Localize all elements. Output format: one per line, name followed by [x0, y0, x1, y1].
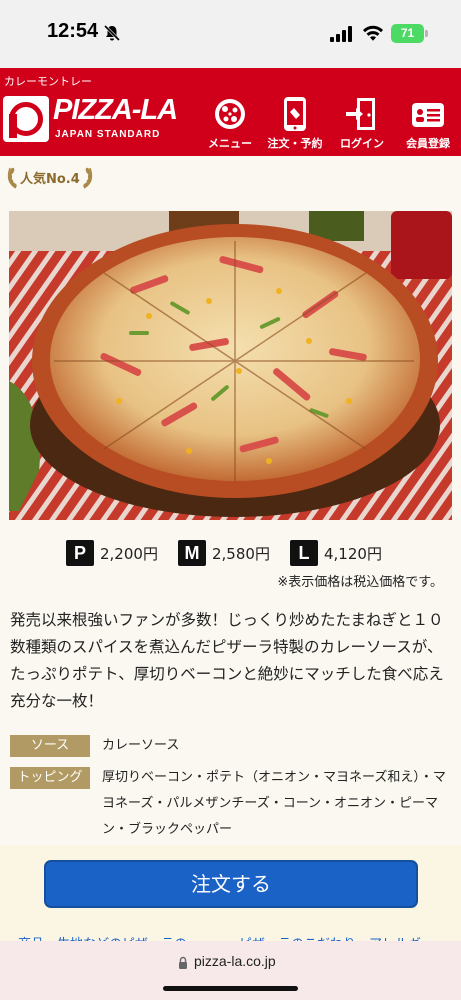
bell-slash-icon: [103, 24, 121, 42]
site-header: カレーモントレー PIZZA-LA JAPAN STANDARD メニュー 注文…: [0, 68, 461, 156]
logo-mark-icon: [3, 96, 49, 142]
nav-menu[interactable]: メニュー: [204, 96, 256, 152]
nav-login[interactable]: ログイン: [334, 96, 390, 152]
browser-address-bar[interactable]: pizza-la.co.jp: [0, 941, 461, 1000]
price-l: L 4,120円: [290, 540, 382, 566]
tax-note: ※表示価格は税込価格です。: [277, 575, 443, 590]
order-button[interactable]: 注文する: [44, 860, 418, 908]
home-indicator[interactable]: [163, 986, 298, 991]
logo-subtext: JAPAN STANDARD: [55, 129, 161, 140]
order-area: 注文する: [0, 845, 461, 927]
nav-menu-label: メニュー: [208, 137, 252, 150]
status-time: 12:54: [47, 20, 99, 42]
logo-text: PIZZA-LA: [53, 94, 178, 126]
nav-signup[interactable]: 会員登録: [398, 96, 458, 152]
pizza-la-logo[interactable]: PIZZA-LA JAPAN STANDARD: [3, 94, 186, 146]
status-bar: 12:54 71: [0, 0, 461, 68]
signal-icon: [330, 26, 352, 42]
member-card-icon: [410, 96, 446, 132]
description-area: 発売以来根強いファンが多数！じっくり炒めたたまねぎと１０数種類のスパイスを煮込ん…: [0, 595, 461, 845]
spec-sauce-row: ソース カレーソース: [10, 735, 454, 759]
ranking-strip: 人気No.4: [0, 156, 461, 196]
next-section-link[interactable]: 商品・生地などのピザーラの…………ピザーラのこだわり…アレルギー: [18, 933, 434, 941]
size-m-badge: M: [178, 540, 206, 566]
sauce-label: ソース: [10, 735, 90, 757]
price-l-value: 4,120円: [324, 544, 382, 563]
laurel-left-icon: [7, 167, 17, 189]
price-p-value: 2,200円: [100, 544, 158, 563]
product-description: 発売以来根強いファンが多数！じっくり炒めたたまねぎと１０数種類のスパイスを煮込ん…: [10, 611, 444, 710]
nav-order[interactable]: 注文・予約: [264, 96, 326, 152]
topping-value: 厚切りベーコン・ポテト（オニオン・マヨネーズ和え）・マヨネーズ・パルメザンチーズ…: [102, 770, 446, 837]
laurel-right-icon: [83, 167, 92, 189]
spec-topping-row: トッピング 厚切りベーコン・ポテト（オニオン・マヨネーズ和え）・マヨネーズ・パル…: [10, 767, 454, 843]
nav-login-label: ログイン: [340, 137, 384, 150]
topping-label: トッピング: [10, 767, 90, 789]
next-section-partial: 商品・生地などのピザーラの…………ピザーラのこだわり…アレルギー: [0, 927, 461, 941]
nav-order-label: 注文・予約: [267, 137, 323, 150]
price-m-value: 2,580円: [212, 544, 270, 563]
lock-icon: [179, 956, 187, 969]
header-caption: カレーモントレー: [4, 75, 92, 88]
sauce-value: カレーソース: [102, 738, 180, 753]
nav-signup-label: 会員登録: [406, 137, 450, 150]
battery-icon: 71: [391, 24, 424, 43]
ranking-badge: 人気No.4: [6, 164, 94, 190]
door-login-icon: [344, 96, 380, 132]
curry-pizza-photo: [9, 211, 452, 520]
battery-tip: [425, 30, 428, 37]
phone-order-icon: [277, 96, 313, 132]
size-p-badge: P: [66, 540, 94, 566]
product-photo-area: [0, 196, 461, 530]
price-area: P 2,200円 M 2,580円 L 4,120円 ※表示価格は税込価格です。: [0, 530, 461, 595]
ranking-label: 人気No.4: [20, 171, 80, 187]
price-m: M 2,580円: [178, 540, 270, 566]
url-text[interactable]: pizza-la.co.jp: [194, 953, 276, 969]
pizza-icon: [212, 96, 248, 132]
size-l-badge: L: [290, 540, 318, 566]
price-p: P 2,200円: [66, 540, 158, 566]
wifi-icon: [363, 25, 383, 41]
